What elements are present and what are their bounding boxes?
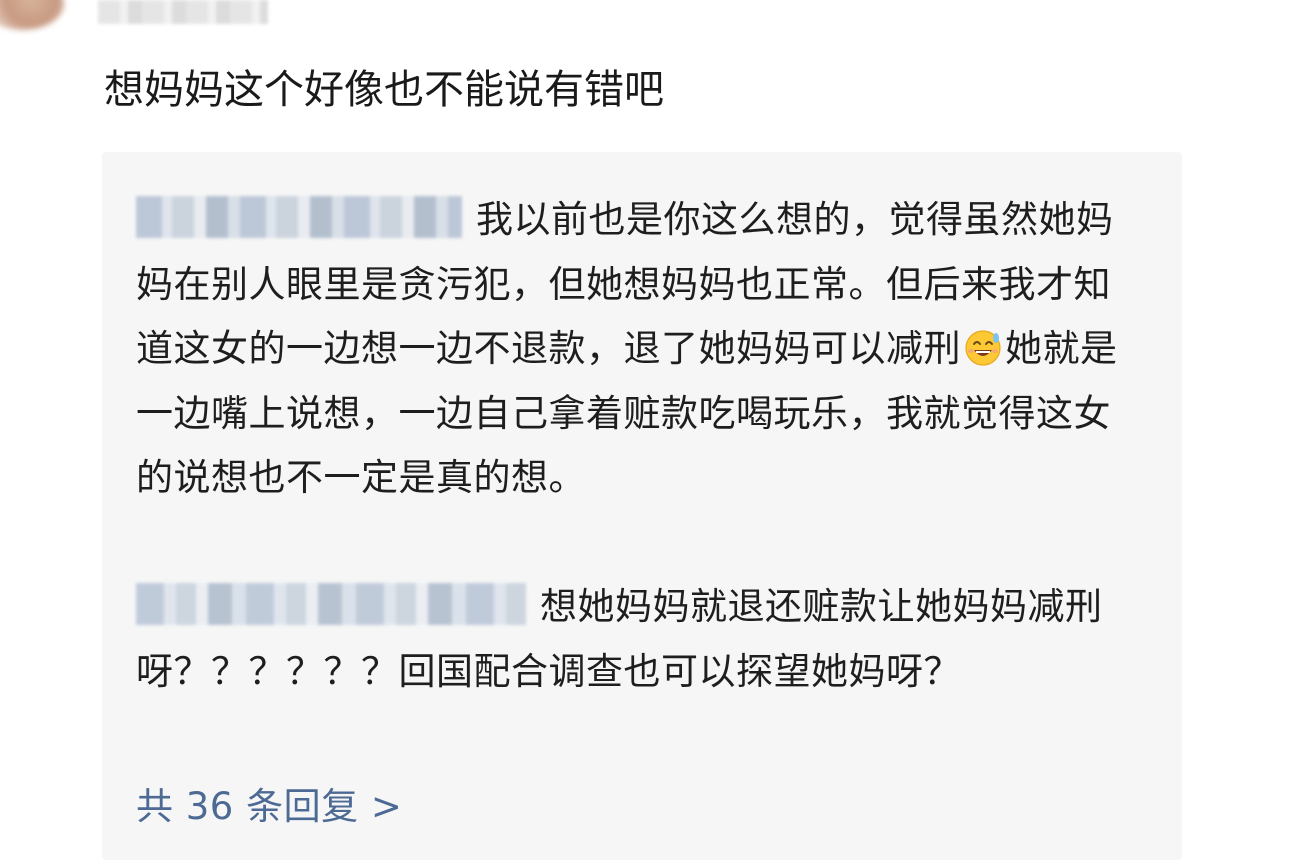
grinning-sweat-emoji-icon [965, 329, 1001, 366]
reply-username-blurred[interactable] [136, 582, 526, 625]
username-blurred[interactable] [98, 0, 268, 24]
reply-box: 我以前也是你这么想的，觉得虽然她妈妈在别人眼里是贪污犯，但她想妈妈也正常。但后来… [102, 152, 1182, 860]
avatar[interactable] [0, 0, 64, 30]
comment-screenshot: 想妈妈这个好像也不能说有错吧 我以前也是你这么想的，觉得虽然她妈妈在别人眼里是贪… [0, 0, 1292, 860]
reply-item: 想她妈妈就退还赃款让她妈妈减刑呀？？？？？？回国配合调查也可以探望她妈呀？ [136, 575, 1146, 704]
reply-username-blurred[interactable] [136, 195, 462, 238]
reply-item: 我以前也是你这么想的，觉得虽然她妈妈在别人眼里是贪污犯，但她想妈妈也正常。但后来… [136, 188, 1146, 511]
comment-text: 想妈妈这个好像也不能说有错吧 [104, 67, 664, 113]
more-replies-link[interactable]: 共 36 条回复 > [136, 782, 402, 832]
